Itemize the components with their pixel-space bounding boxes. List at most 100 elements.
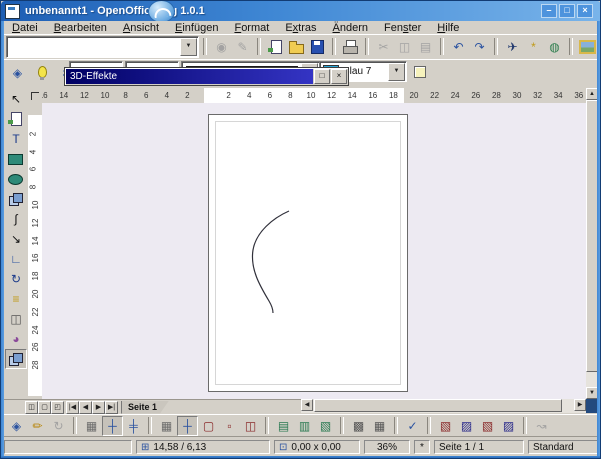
menu-ansicht[interactable]: Ansicht — [115, 22, 167, 34]
gradient-placeholder-option[interactable]: ▨ — [456, 416, 477, 436]
rectangle-tool[interactable] — [5, 149, 27, 169]
page-view-button[interactable]: ▢ — [38, 401, 51, 414]
chevron-down-icon[interactable]: ▼ — [180, 38, 197, 56]
redo-icon[interactable]: ↷ — [469, 37, 490, 57]
menu-hilfe[interactable]: Hilfe — [429, 22, 467, 34]
scroll-right-icon[interactable]: ▶ — [574, 399, 586, 411]
page-tab[interactable]: Seite 1 — [121, 401, 169, 414]
rotate-tool[interactable]: ↻ — [5, 269, 27, 289]
show-snap-lines-option[interactable]: ┼ — [102, 416, 123, 436]
gallery-icon[interactable] — [577, 37, 598, 57]
toolbar-divider — [265, 417, 269, 434]
master-view-button[interactable]: ◰ — [51, 401, 64, 414]
modify-with-attributes-option[interactable]: ▩ — [348, 416, 369, 436]
zoom-field[interactable]: 36% — [364, 440, 410, 454]
scroll-left-icon[interactable]: ◀ — [301, 399, 313, 411]
copy-icon[interactable]: ◫ — [394, 37, 415, 57]
menu-einfuegen[interactable]: Einfügen — [167, 22, 226, 34]
options-toolbar: ◈✏↻▦┼╪▦┼▢▫◫▤▥▧▩▦✓▧▨▧▨↝ — [4, 414, 598, 437]
3d-effects-window[interactable]: 3D-Effekte □× — [64, 67, 349, 86]
alignment-tool[interactable]: ≡ — [5, 289, 27, 309]
stop-icon[interactable]: ◉ — [211, 37, 232, 57]
snap-to-page-margins-option[interactable]: ▢ — [198, 416, 219, 436]
edit-file-icon[interactable]: ✎ — [232, 37, 253, 57]
cut-icon[interactable]: ✂ — [373, 37, 394, 57]
snap-to-object-points-option[interactable]: ◫ — [240, 416, 261, 436]
color-swatch-icon[interactable] — [411, 63, 432, 83]
menu-extras[interactable]: Extras — [277, 22, 324, 34]
horizontal-scroll-thumb[interactable] — [314, 399, 562, 412]
next-page-button[interactable]: ▶ — [92, 401, 105, 414]
edit-points-option[interactable]: ◈ — [6, 416, 27, 436]
close-button[interactable]: × — [577, 4, 593, 18]
select-tool[interactable]: ↖ — [5, 89, 27, 109]
snap-to-snap-lines-option[interactable]: ┼ — [177, 416, 198, 436]
menu-fenster[interactable]: Fenster — [376, 22, 429, 34]
last-page-button[interactable]: ▶| — [105, 401, 118, 414]
minimize-button[interactable]: – — [541, 4, 557, 18]
freehand-curve[interactable] — [252, 211, 289, 313]
layer-view-button[interactable]: ◫ — [25, 401, 38, 414]
rollup-button[interactable]: □ — [314, 69, 330, 84]
status-info-field — [4, 440, 132, 454]
edit-points-icon[interactable]: ◈ — [7, 63, 28, 83]
toolbar-divider — [73, 417, 77, 434]
ellipse-tool[interactable] — [5, 169, 27, 189]
menu-format[interactable]: Format — [226, 22, 277, 34]
new-document-icon[interactable] — [265, 37, 286, 57]
vertical-ruler[interactable]: 246810121416182022242628 — [28, 103, 43, 399]
menu-aendern[interactable]: Ändern — [325, 22, 376, 34]
toolbar-divider — [427, 417, 431, 434]
lines-arrows-tool[interactable]: ↘ — [5, 229, 27, 249]
zoom-icon[interactable]: * — [523, 37, 544, 57]
zoom-tool[interactable] — [5, 109, 27, 129]
titlebar[interactable]: unbenannt1 - OpenOffice.org 1.0.1 — [1, 1, 601, 21]
connector-tool[interactable]: ∟ — [5, 249, 27, 269]
maximize-button[interactable]: □ — [559, 4, 575, 18]
snap-to-object-border-option[interactable]: ▫ — [219, 416, 240, 436]
curve-tool[interactable]: ∫ — [5, 209, 27, 229]
toolbar-divider — [332, 38, 336, 55]
undo-icon[interactable]: ↶ — [448, 37, 469, 57]
first-page-button[interactable]: |◀ — [66, 401, 79, 414]
drawing-canvas[interactable] — [42, 103, 586, 399]
show-grid-option[interactable]: ▦ — [81, 416, 102, 436]
print-icon[interactable] — [340, 37, 361, 57]
quick-editing-option[interactable]: ▤ — [273, 416, 294, 436]
url-combobox[interactable]: ▼ — [6, 36, 199, 58]
snap-to-grid-option[interactable]: ▦ — [156, 416, 177, 436]
menu-datei[interactable]: Datei — [4, 22, 46, 34]
chevron-down-icon[interactable]: ▼ — [388, 63, 405, 81]
position-icon: ⊞ — [141, 442, 149, 453]
helplines-moving-option[interactable]: ╪ — [123, 416, 144, 436]
select-text-area-option[interactable]: ▥ — [294, 416, 315, 436]
3d-controller-tool[interactable] — [5, 349, 27, 369]
direct-edit-option[interactable]: ✏ — [27, 416, 48, 436]
horizontal-scrollbar[interactable]: ◀ ▶ — [301, 399, 586, 413]
navigator-icon[interactable]: ✈ — [502, 37, 523, 57]
paste-icon[interactable]: ▤ — [415, 37, 436, 57]
effects-tool[interactable]: ◕ — [5, 329, 27, 349]
save-icon[interactable] — [307, 37, 328, 57]
lamp-icon[interactable] — [32, 63, 53, 83]
rotation-mode-option[interactable]: ↻ — [48, 416, 69, 436]
view-buttons: ◫▢◰ — [25, 401, 64, 414]
close-button[interactable]: × — [331, 69, 347, 84]
menu-bearbeiten[interactable]: Bearbeiten — [46, 22, 115, 34]
text-tool[interactable]: T — [5, 129, 27, 149]
prev-page-button[interactable]: ◀ — [79, 401, 92, 414]
arrange-tool[interactable]: ◫ — [5, 309, 27, 329]
text-placeholder-option[interactable]: ▧ — [435, 416, 456, 436]
toolbar-divider — [257, 38, 261, 55]
horizontal-ruler[interactable]: 1614121086422468101214161820222426283032… — [42, 88, 586, 104]
exit-all-groups-option[interactable]: ▦ — [369, 416, 390, 436]
invert-placeholder-option[interactable]: ▨ — [498, 416, 519, 436]
double-click-text-option[interactable]: ▧ — [315, 416, 336, 436]
line-contour-option[interactable]: ✓ — [402, 416, 423, 436]
open-icon[interactable] — [286, 37, 307, 57]
picture-placeholder-option[interactable]: ▧ — [477, 416, 498, 436]
drag-mode-option[interactable]: ↝ — [531, 416, 552, 436]
toolbar-divider — [440, 38, 444, 55]
3d-objects-tool[interactable] — [5, 189, 27, 209]
hyperlink-icon[interactable]: ◍ — [544, 37, 565, 57]
